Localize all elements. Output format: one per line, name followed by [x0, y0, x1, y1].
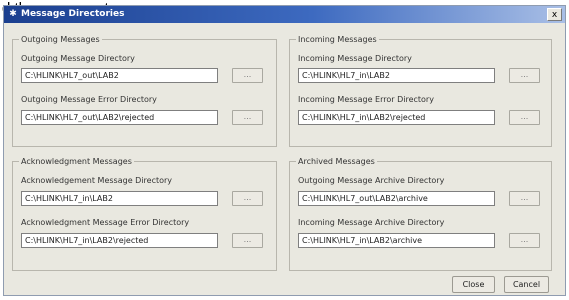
incoming-error-directory-browse-button[interactable]: ...: [509, 110, 540, 125]
outgoing-archive-directory-field[interactable]: C:\HLINK\HL7_out\LAB2\archive: [298, 191, 495, 206]
acknowledgment-directory-browse-button[interactable]: ...: [232, 191, 263, 206]
outgoing-error-directory-browse-button[interactable]: ...: [232, 110, 263, 125]
acknowledgment-messages-legend: Acknowledgment Messages: [19, 156, 134, 167]
outgoing-error-directory-field[interactable]: C:\HLINK\HL7_out\LAB2\rejected: [21, 110, 218, 125]
incoming-error-directory-field[interactable]: C:\HLINK\HL7_in\LAB2\rejected: [298, 110, 495, 125]
archived-messages-legend: Archived Messages: [296, 156, 377, 167]
app-icon: ✱: [9, 9, 17, 19]
outgoing-messages-legend: Outgoing Messages: [19, 34, 102, 45]
outgoing-error-directory-label: Outgoing Message Error Directory: [21, 95, 157, 104]
acknowledgment-directory-label: Acknowledgement Message Directory: [21, 176, 173, 185]
acknowledgment-messages-group: Acknowledgment Messages Acknowledgement …: [12, 156, 277, 271]
incoming-error-directory-label: Incoming Message Error Directory: [298, 95, 434, 104]
outgoing-archive-directory-label: Outgoing Message Archive Directory: [298, 176, 445, 185]
incoming-archive-directory-browse-button[interactable]: ...: [509, 233, 540, 248]
outgoing-directory-field[interactable]: C:\HLINK\HL7_out\LAB2: [21, 68, 218, 83]
close-window-button[interactable]: x: [547, 8, 562, 21]
acknowledgment-directory-field[interactable]: C:\HLINK\HL7_in\LAB2: [21, 191, 218, 206]
acknowledgment-error-directory-label: Acknowledgment Message Error Directory: [21, 218, 190, 227]
window-title: Message Directories: [21, 9, 125, 19]
acknowledgment-error-directory-field[interactable]: C:\HLINK\HL7_in\LAB2\rejected: [21, 233, 218, 248]
acknowledgment-error-directory-browse-button[interactable]: ...: [232, 233, 263, 248]
outgoing-archive-directory-browse-button[interactable]: ...: [509, 191, 540, 206]
incoming-messages-legend: Incoming Messages: [296, 34, 379, 45]
outgoing-directory-browse-button[interactable]: ...: [232, 68, 263, 83]
incoming-messages-group: Incoming Messages Incoming Message Direc…: [289, 34, 552, 147]
incoming-directory-field[interactable]: C:\HLINK\HL7_in\LAB2: [298, 68, 495, 83]
incoming-directory-label: Incoming Message Directory: [298, 54, 412, 63]
outgoing-directory-label: Outgoing Message Directory: [21, 54, 135, 63]
incoming-directory-browse-button[interactable]: ...: [509, 68, 540, 83]
archived-messages-group: Archived Messages Outgoing Message Archi…: [289, 156, 552, 271]
close-button[interactable]: Close: [452, 276, 495, 293]
incoming-archive-directory-field[interactable]: C:\HLINK\HL7_in\LAB2\archive: [298, 233, 495, 248]
cancel-button[interactable]: Cancel: [504, 276, 549, 293]
incoming-archive-directory-label: Incoming Message Archive Directory: [298, 218, 445, 227]
message-directories-dialog: ✱ Message Directories x Outgoing Message…: [3, 5, 566, 296]
outgoing-messages-group: Outgoing Messages Outgoing Message Direc…: [12, 34, 277, 147]
title-bar: ✱ Message Directories x: [4, 6, 565, 23]
